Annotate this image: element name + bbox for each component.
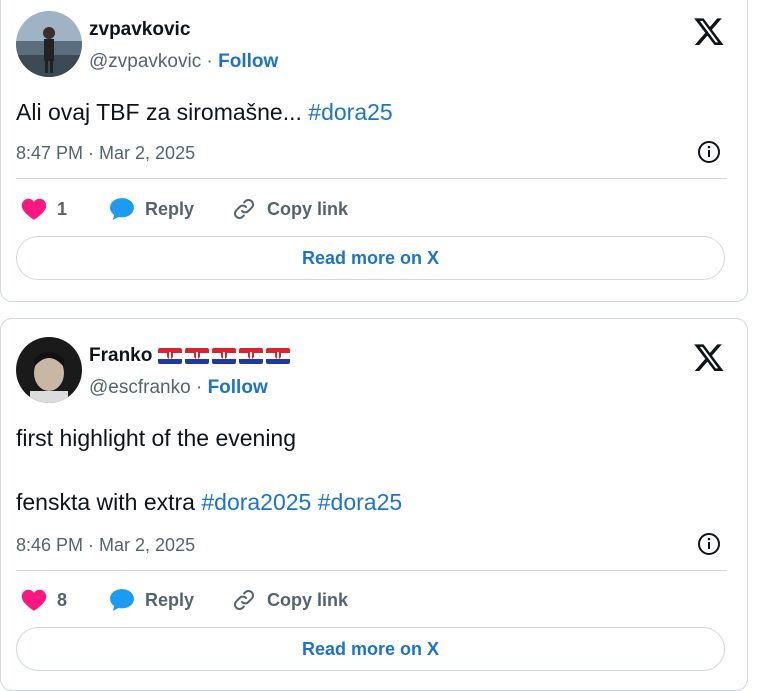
follow-button[interactable]: Follow: [208, 377, 268, 398]
author-handle-row: @escfranko · Follow: [89, 377, 268, 399]
separator: ·: [201, 51, 219, 72]
reply-label: Reply: [145, 589, 195, 610]
like-count: 1: [57, 198, 68, 219]
copy-link-label: Copy link: [267, 589, 349, 610]
author-name[interactable]: zvpavkovic: [89, 19, 190, 41]
copy-link-button[interactable]: Copy link: [231, 197, 348, 221]
reply-button[interactable]: Reply: [109, 588, 194, 612]
reply-label: Reply: [145, 198, 195, 219]
x-logo-icon[interactable]: [693, 341, 725, 373]
read-more-button[interactable]: Read more on X: [16, 236, 725, 280]
copy-link-label: Copy link: [267, 198, 349, 219]
author-handle-row: @zvpavkovic · Follow: [89, 51, 278, 73]
avatar[interactable]: [16, 11, 82, 77]
author-name[interactable]: Franko: [89, 345, 152, 367]
croatia-flag-icon: [266, 348, 291, 364]
timestamp[interactable]: 8:46 PM · Mar 2, 2025: [16, 535, 195, 556]
tweet-text-line: first highlight of the evening: [16, 425, 297, 451]
divider: [16, 178, 727, 179]
link-icon: [233, 198, 255, 220]
tweet-text-line: fenskta with extra #dora2025 #dora25: [16, 489, 402, 516]
reply-bubble-icon: [110, 198, 134, 220]
avatar[interactable]: [16, 337, 82, 403]
croatia-flag-icon: [185, 348, 210, 364]
timestamp[interactable]: 8:47 PM · Mar 2, 2025: [16, 143, 195, 164]
reply-bubble-icon: [110, 589, 134, 611]
author-handle[interactable]: @zvpavkovic: [89, 51, 201, 72]
tweet-text: Ali ovaj TBF za siromašne... #dora25: [16, 99, 393, 126]
flag-emojis: [158, 348, 291, 364]
separator: ·: [190, 377, 208, 398]
hashtag-link[interactable]: #dora25: [318, 489, 402, 515]
hashtag-link[interactable]: #dora2025: [201, 489, 311, 515]
info-icon[interactable]: [697, 140, 721, 164]
copy-link-button[interactable]: Copy link: [231, 588, 348, 612]
info-icon[interactable]: [697, 532, 721, 556]
like-button[interactable]: 1: [21, 197, 67, 221]
heart-icon: [21, 589, 47, 611]
like-button[interactable]: 8: [21, 588, 67, 612]
croatia-flag-icon: [212, 348, 237, 364]
croatia-flag-icon: [158, 348, 183, 364]
croatia-flag-icon: [239, 348, 264, 364]
author-handle[interactable]: @escfranko: [89, 377, 191, 398]
follow-button[interactable]: Follow: [218, 51, 278, 72]
like-count: 8: [57, 589, 68, 610]
reply-button[interactable]: Reply: [109, 197, 194, 221]
tweet-card[interactable]: zvpavkovic @zvpavkovic · Follow Ali ovaj…: [0, 0, 748, 302]
read-more-button[interactable]: Read more on X: [16, 627, 725, 671]
tweet-text-body: fenskta with extra: [16, 489, 202, 515]
tweet-card[interactable]: Franko @escfranko · Follow first highlig…: [0, 318, 748, 691]
author-name-row: Franko: [89, 345, 291, 367]
heart-icon: [21, 198, 47, 220]
tweet-text-body: Ali ovaj TBF za siromašne...: [16, 99, 309, 125]
x-logo-icon[interactable]: [693, 15, 725, 47]
hashtag-link[interactable]: #dora25: [308, 99, 392, 125]
link-icon: [233, 589, 255, 611]
divider: [16, 570, 727, 571]
